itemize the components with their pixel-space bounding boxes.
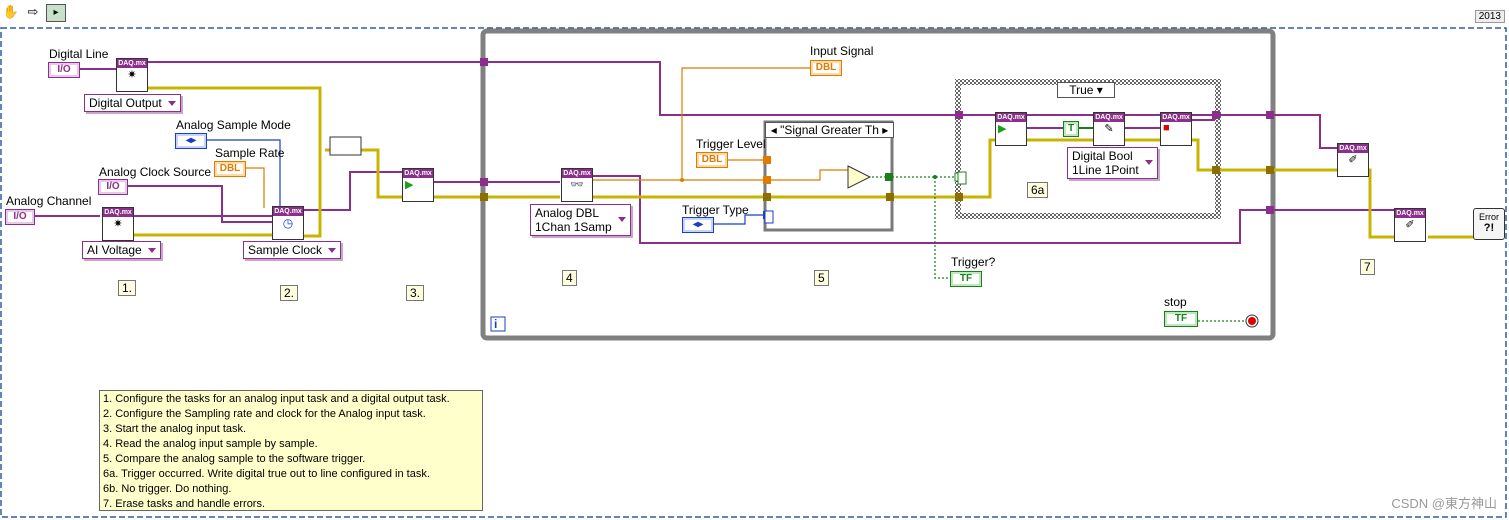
comment-line: 4. Read the analog input sample by sampl… xyxy=(103,438,318,450)
analog-clock-source-label: Analog Clock Source xyxy=(99,165,212,179)
daqmx-start-task-do[interactable]: DAQ.mx ▶ xyxy=(995,112,1027,146)
digital-bool-ring[interactable]: Digital Bool 1Line 1Point xyxy=(1067,147,1158,179)
chevron-down-icon xyxy=(167,101,176,106)
hand-icon[interactable]: ✋ xyxy=(2,4,20,20)
greater-than-node[interactable] xyxy=(847,165,872,189)
daqmx-clear-task-ai[interactable]: DAQ.mx ✐ xyxy=(1394,208,1426,242)
trigger-level-label: Trigger Level xyxy=(696,137,766,151)
property-node[interactable] xyxy=(329,136,362,156)
case-selector-compare[interactable]: ◂ "Signal Greater Th ▸ xyxy=(765,122,894,138)
trigger-type-control[interactable]: ◂▸ xyxy=(682,217,714,233)
step-number: 7 xyxy=(1360,259,1375,275)
digital-line-label: Digital Line xyxy=(49,47,109,61)
daqmx-write[interactable]: DAQ.mx ✎ xyxy=(1093,112,1125,146)
toolbar: ✋ ⇨ ▸ xyxy=(2,3,66,22)
sample-clock-ring[interactable]: Sample Clock xyxy=(243,241,342,259)
step-number: 4 xyxy=(562,270,577,286)
stop-indicator-icon xyxy=(1248,317,1256,325)
play-icon: ▶ xyxy=(998,123,1007,135)
comment-block: 1. Configure the tasks for an analog inp… xyxy=(99,390,483,511)
daqmx-stop-task[interactable]: DAQ.mx ■ xyxy=(1160,112,1192,146)
digital-line-control[interactable]: I/O xyxy=(48,62,80,78)
stop-control[interactable]: TF xyxy=(1164,311,1198,327)
daqmx-create-channel-do[interactable]: DAQ.mx ✷ xyxy=(116,58,148,92)
analog-channel-control[interactable]: I/O xyxy=(5,209,35,225)
daqmx-clear-task-do[interactable]: DAQ.mx ✐ xyxy=(1337,143,1369,177)
watermark: CSDN @東方神山 xyxy=(1391,496,1497,511)
comment-line: 3. Start the analog input task. xyxy=(103,423,247,435)
comment-line: 6a. Trigger occurred. Write digital true… xyxy=(103,468,430,480)
glasses-icon: 👓 xyxy=(570,179,584,191)
analog-dbl-ring[interactable]: Analog DBL 1Chan 1Samp xyxy=(530,204,631,236)
comment-line: 7. Erase tasks and handle errors. xyxy=(103,498,266,510)
trigger-level-control[interactable]: DBL xyxy=(696,152,728,168)
case-selector-true[interactable]: True ▾ xyxy=(1057,82,1115,98)
daqmx-create-channel-ai[interactable]: DAQ.mx ✷ xyxy=(102,207,134,241)
analog-clock-source-control[interactable]: I/O xyxy=(98,179,128,195)
analog-sample-mode-control[interactable]: ◂▸ xyxy=(175,133,207,149)
input-signal-label: Input Signal xyxy=(810,44,874,58)
comment-line: 6b. No trigger. Do nothing. xyxy=(103,483,232,495)
question-icon: ?! xyxy=(1483,222,1495,234)
stop-label: stop xyxy=(1164,295,1187,309)
version-label: 2013 xyxy=(1474,10,1505,23)
chevron-down-icon xyxy=(1144,160,1153,165)
sample-rate-label: Sample Rate xyxy=(215,146,285,160)
analog-sample-mode-label: Analog Sample Mode xyxy=(176,118,291,132)
simple-error-handler[interactable]: Error?! xyxy=(1473,208,1505,240)
comment-line: 5. Compare the analog sample to the soft… xyxy=(103,453,366,465)
daqmx-start-task-ai[interactable]: DAQ.mx ▶ xyxy=(402,168,434,202)
pencil-icon: ✎ xyxy=(1104,123,1114,135)
step-number: 2. xyxy=(280,285,299,301)
eraser-icon: ✐ xyxy=(1348,154,1358,166)
daqmx-read[interactable]: DAQ.mx 👓 xyxy=(561,168,593,202)
vi-icon[interactable]: ▸ xyxy=(46,4,66,22)
stop-icon: ■ xyxy=(1163,122,1170,134)
case-selector-terminal-bool xyxy=(957,171,967,185)
input-signal-indicator[interactable]: DBL xyxy=(810,60,842,76)
arrow-icon[interactable]: ⇨ xyxy=(24,4,42,20)
sample-rate-control[interactable]: DBL xyxy=(214,161,246,177)
true-constant[interactable]: T xyxy=(1063,121,1079,137)
comment-line: 2. Configure the Sampling rate and clock… xyxy=(103,408,426,420)
chevron-down-icon xyxy=(617,217,626,222)
loop-index-label: i xyxy=(494,317,498,331)
create-channel-icon: ✷ xyxy=(127,69,137,81)
chevron-down-icon xyxy=(328,248,337,253)
create-channel-icon: ✷ xyxy=(113,218,123,230)
digital-output-ring[interactable]: Digital Output xyxy=(84,94,181,112)
while-loop-border[interactable] xyxy=(480,28,1276,341)
ai-voltage-ring[interactable]: AI Voltage xyxy=(82,241,161,259)
case-selector-terminal xyxy=(764,210,774,224)
trigger-indicator[interactable]: TF xyxy=(950,271,982,287)
play-icon: ▶ xyxy=(405,179,414,191)
trigger-type-label: Trigger Type xyxy=(682,203,749,217)
step-number: 3. xyxy=(406,285,425,301)
trigger-indicator-label: Trigger? xyxy=(951,255,996,269)
analog-channel-label: Analog Channel xyxy=(6,194,92,208)
step-number: 6a xyxy=(1027,182,1049,198)
eraser-icon: ✐ xyxy=(1405,219,1415,231)
case-structure-compare[interactable] xyxy=(763,120,894,232)
daqmx-timing[interactable]: DAQ.mx ◷ xyxy=(272,206,304,240)
clock-icon: ◷ xyxy=(282,216,294,230)
comment-line: 1. Configure the tasks for an analog inp… xyxy=(103,393,450,405)
step-number: 1. xyxy=(118,280,137,296)
step-number: 5 xyxy=(814,270,829,286)
bool-wires xyxy=(872,176,1245,322)
chevron-down-icon xyxy=(147,248,156,253)
